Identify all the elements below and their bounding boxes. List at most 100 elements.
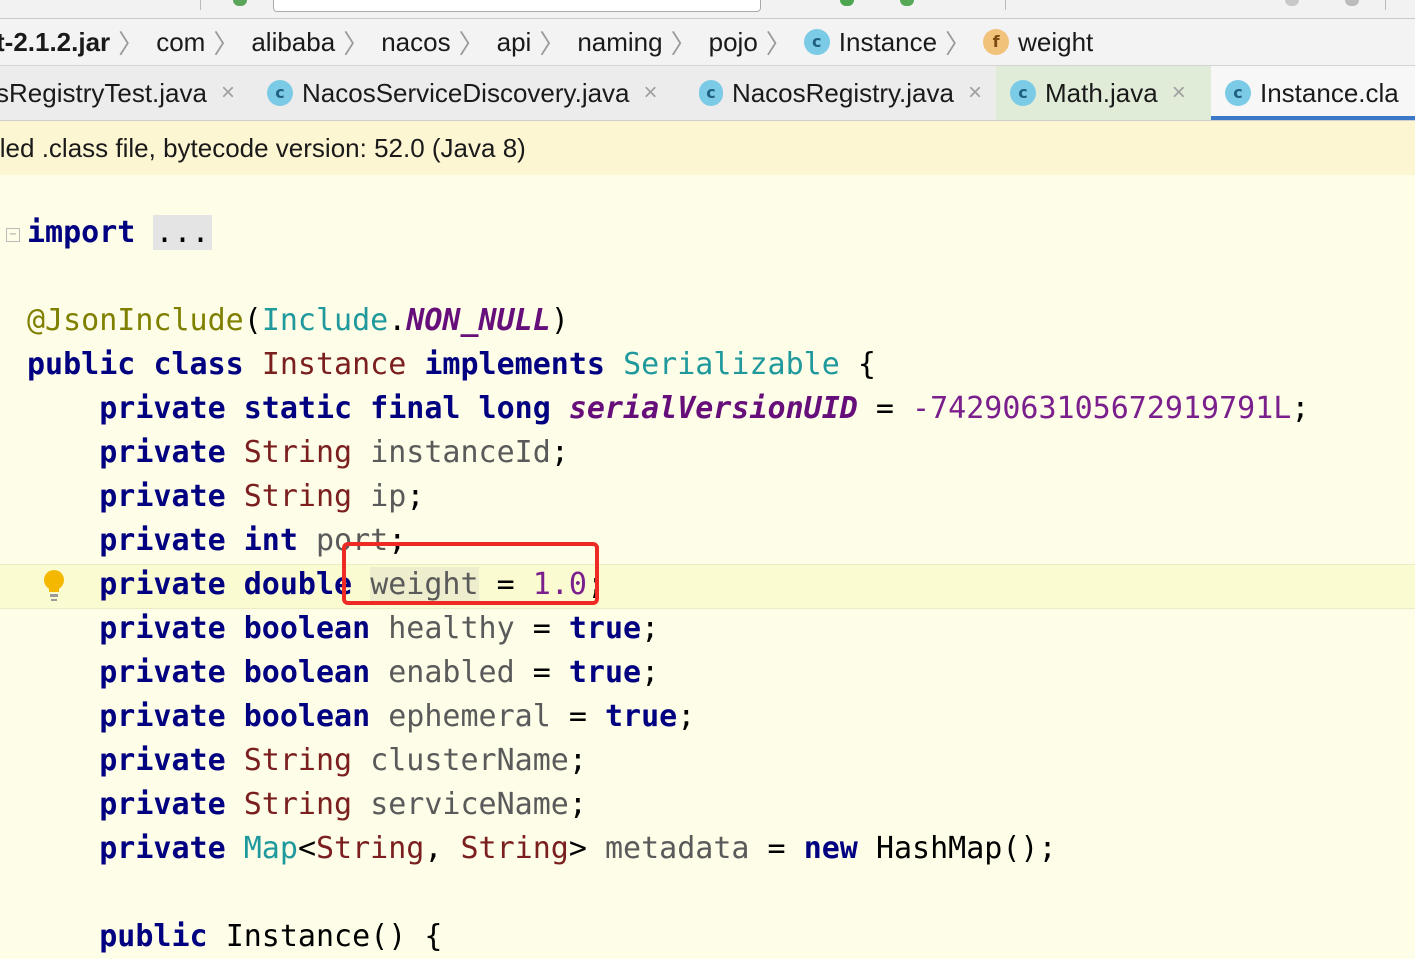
tab-registry-test[interactable]: sRegistryTest.java ×: [0, 66, 253, 120]
chevron-right-icon: 〉: [343, 28, 370, 59]
field-name: metadata: [605, 831, 750, 866]
field-type: boolean: [243, 611, 371, 646]
modifiers: private: [99, 655, 226, 690]
modifiers: private: [99, 479, 226, 514]
breadcrumb-item-nacos[interactable]: nacos 〉: [381, 24, 496, 61]
class-icon: c: [803, 29, 830, 55]
field-type: boolean: [243, 655, 371, 690]
class-icon: c: [1010, 80, 1036, 106]
close-icon[interactable]: ×: [968, 79, 982, 107]
breadcrumb-label: api: [496, 26, 532, 57]
breadcrumb-label: Instance: [838, 26, 938, 57]
class-icon: c: [267, 80, 293, 106]
chevron-right-icon: 〉: [213, 28, 240, 59]
tab-label: Math.java: [1045, 77, 1158, 108]
modifiers: private: [99, 611, 226, 646]
tab-nacos-registry[interactable]: c NacosRegistry.java ×: [685, 66, 996, 120]
field-value: -7429063105672919791L: [912, 391, 1292, 426]
class-icon: c: [699, 80, 723, 106]
generic-type: String: [316, 831, 425, 866]
chevron-right-icon: 〉: [765, 28, 792, 59]
class-name: Instance: [261, 347, 407, 382]
modifiers: private: [99, 523, 226, 558]
field-type: int: [243, 523, 298, 558]
interface-ref: Serializable: [623, 347, 840, 382]
keyword: new: [803, 831, 858, 866]
breadcrumb-label: weight: [1018, 26, 1094, 57]
class-icon: c: [1225, 80, 1251, 106]
field-type: String: [243, 743, 353, 778]
settings-icon[interactable]: [1285, 0, 1299, 6]
field-type: Map: [243, 831, 298, 866]
code-editor[interactable]: − import ... @JsonInclude(Include.NON_NU…: [0, 176, 1415, 954]
chevron-right-icon: 〉: [945, 28, 972, 59]
field-name: instanceId: [370, 435, 551, 470]
breadcrumb-label: com: [156, 26, 206, 57]
field-name: weight: [370, 567, 479, 602]
breadcrumb-item-naming[interactable]: naming 〉: [577, 24, 708, 61]
modifiers: private: [99, 567, 226, 602]
chevron-right-icon: 〉: [118, 28, 145, 59]
tab-instance-class[interactable]: c Instance.cla: [1211, 66, 1415, 120]
keyword: import: [27, 215, 136, 250]
field-name: clusterName: [370, 743, 569, 778]
breadcrumb-item-com[interactable]: com 〉: [156, 24, 251, 61]
tab-nacos-service-discovery[interactable]: c NacosServiceDiscovery.java ×: [253, 66, 685, 120]
field-name: serialVersionUID: [568, 391, 858, 426]
debug-icon[interactable]: [840, 0, 854, 6]
breadcrumb-item-api[interactable]: api 〉: [497, 24, 578, 61]
run-icon[interactable]: [233, 0, 247, 6]
field-value: true: [605, 699, 678, 734]
annotation: @JsonInclude: [27, 303, 244, 338]
close-icon[interactable]: ×: [221, 79, 235, 107]
folded-imports[interactable]: ...: [153, 215, 212, 250]
tab-label: sRegistryTest.java: [0, 77, 207, 108]
field-type: double: [243, 567, 353, 602]
field-type: long: [478, 391, 551, 426]
field-name: ephemeral: [388, 699, 551, 734]
modifiers: private: [99, 699, 226, 734]
notice-text: iled .class file, bytecode version: 52.0…: [0, 132, 526, 163]
editor-tabs: sRegistryTest.java × c NacosServiceDisco…: [0, 66, 1415, 121]
modifiers: private: [99, 831, 226, 866]
keyword: implements: [424, 347, 605, 382]
tab-label: NacosRegistry.java: [731, 77, 954, 108]
fold-toggle-icon[interactable]: −: [6, 228, 20, 242]
field-icon: f: [983, 29, 1010, 55]
tab-label: NacosServiceDiscovery.java: [302, 77, 630, 108]
keyword: class: [153, 347, 244, 382]
chevron-right-icon: 〉: [539, 28, 566, 59]
field-name: ip: [370, 479, 407, 514]
modifiers: private: [99, 743, 226, 778]
field-value: 1.0: [532, 567, 587, 602]
breadcrumb-item-pojo[interactable]: pojo 〉: [709, 24, 804, 61]
field-name: serviceName: [370, 787, 569, 822]
close-icon[interactable]: ×: [1172, 79, 1186, 107]
field-type: boolean: [243, 699, 371, 734]
breadcrumb-item-jar[interactable]: t-2.1.2.jar 〉: [0, 24, 156, 61]
generic-type: String: [460, 831, 569, 866]
tab-math[interactable]: c Math.java ×: [996, 66, 1211, 120]
coverage-icon[interactable]: [900, 0, 914, 6]
constructor-name: Instance: [225, 919, 371, 954]
breadcrumb-label: t-2.1.2.jar: [0, 26, 111, 57]
field-type: String: [243, 787, 353, 822]
breadcrumb-item-weight[interactable]: f weight: [983, 27, 1093, 58]
modifiers: private static final: [99, 391, 461, 426]
field-type: String: [243, 435, 353, 470]
keyword: public: [99, 919, 208, 954]
stop-icon[interactable]: [1345, 0, 1359, 6]
breadcrumb: t-2.1.2.jar 〉 com 〉 alibaba 〉 nacos 〉 api 〉 n…: [0, 19, 1415, 66]
field-name: healthy: [388, 611, 515, 646]
breadcrumb-label: alibaba: [251, 26, 336, 57]
breadcrumb-item-instance[interactable]: c Instance 〉: [803, 24, 983, 61]
breadcrumb-label: nacos: [381, 26, 451, 57]
close-icon[interactable]: ×: [644, 79, 658, 107]
chevron-right-icon: 〉: [670, 28, 697, 59]
search-everywhere-box[interactable]: [273, 0, 761, 12]
field-name: enabled: [388, 655, 515, 690]
class-ref: Include: [261, 303, 389, 338]
breadcrumb-item-alibaba[interactable]: alibaba 〉: [251, 24, 381, 61]
chevron-right-icon: 〉: [458, 28, 485, 59]
tab-label: Instance.cla: [1260, 77, 1399, 108]
